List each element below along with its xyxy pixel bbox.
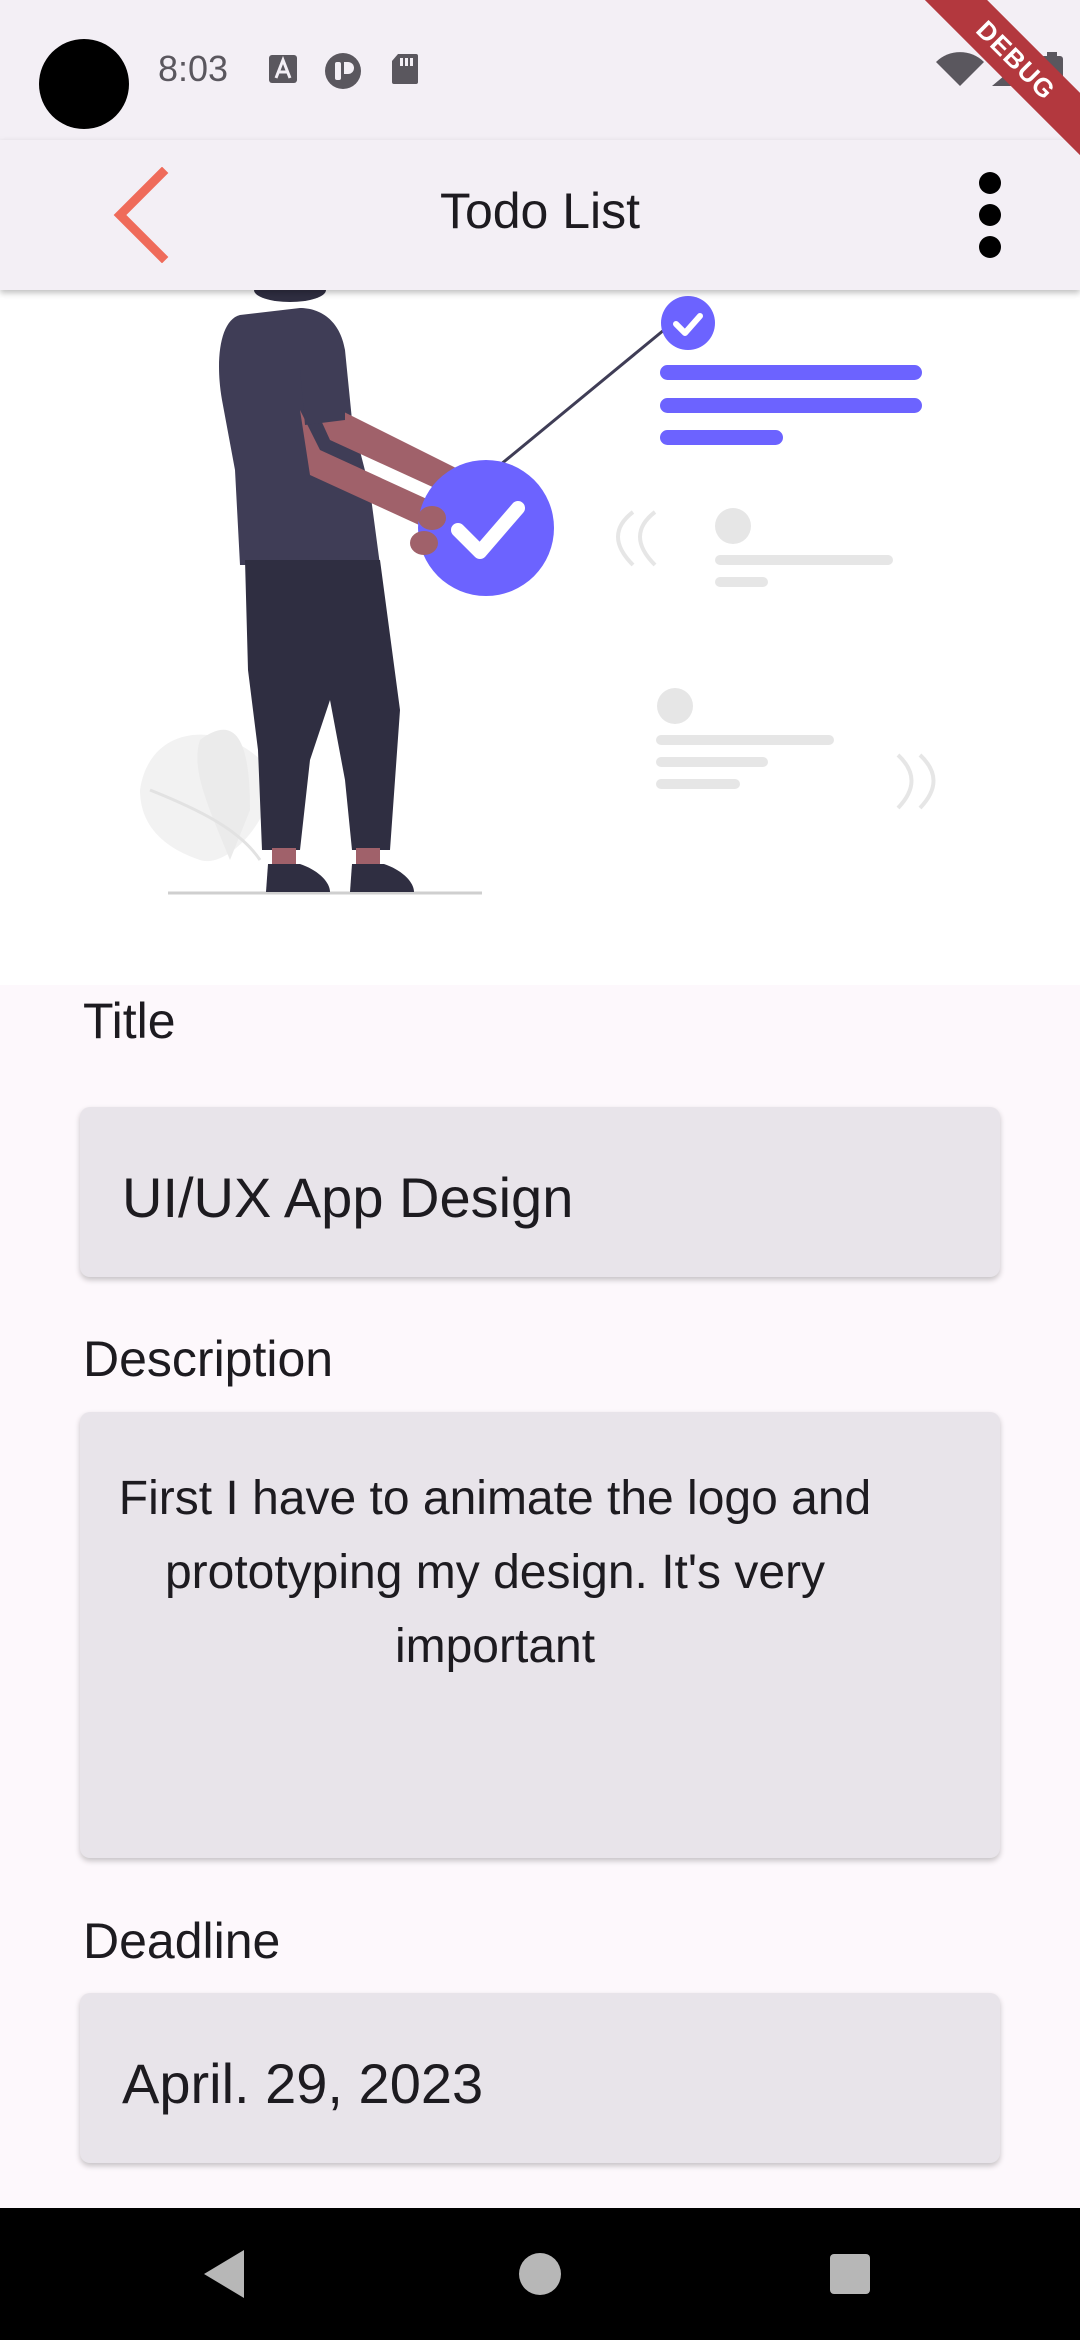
more-vertical-icon — [979, 172, 1001, 258]
recents-icon[interactable] — [820, 2244, 880, 2304]
deadline-label: Deadline — [83, 1913, 281, 1969]
title-field[interactable]: UI/UX App Design — [80, 1107, 1000, 1277]
app-bar: Todo List — [0, 140, 1080, 290]
title-value: UI/UX App Design — [122, 1166, 574, 1229]
more-options-button[interactable] — [940, 165, 1040, 265]
home-icon[interactable] — [510, 2244, 570, 2304]
back-icon[interactable] — [196, 2244, 256, 2304]
a-notification-icon — [269, 55, 297, 83]
status-bar: 8:03 — [0, 0, 1080, 140]
deadline-field[interactable]: April. 29, 2023 — [80, 1993, 1000, 2163]
description-value: First I have to animate the logo and pro… — [118, 1472, 872, 1673]
camera-cutout — [39, 39, 129, 129]
title-label: Title — [83, 993, 176, 1049]
hero-illustration — [0, 278, 1080, 985]
sd-card-icon — [392, 54, 418, 84]
system-nav-bar — [0, 2208, 1080, 2340]
tasks-app-icon — [325, 53, 361, 89]
deadline-value: April. 29, 2023 — [122, 2052, 484, 2115]
person-checklist-illustration — [140, 278, 936, 895]
description-label: Description — [83, 1331, 334, 1387]
wifi-icon — [936, 52, 984, 86]
description-field[interactable]: First I have to animate the logo and pro… — [80, 1412, 1000, 1858]
status-time: 8:03 — [158, 48, 229, 89]
page-title: Todo List — [439, 183, 641, 239]
